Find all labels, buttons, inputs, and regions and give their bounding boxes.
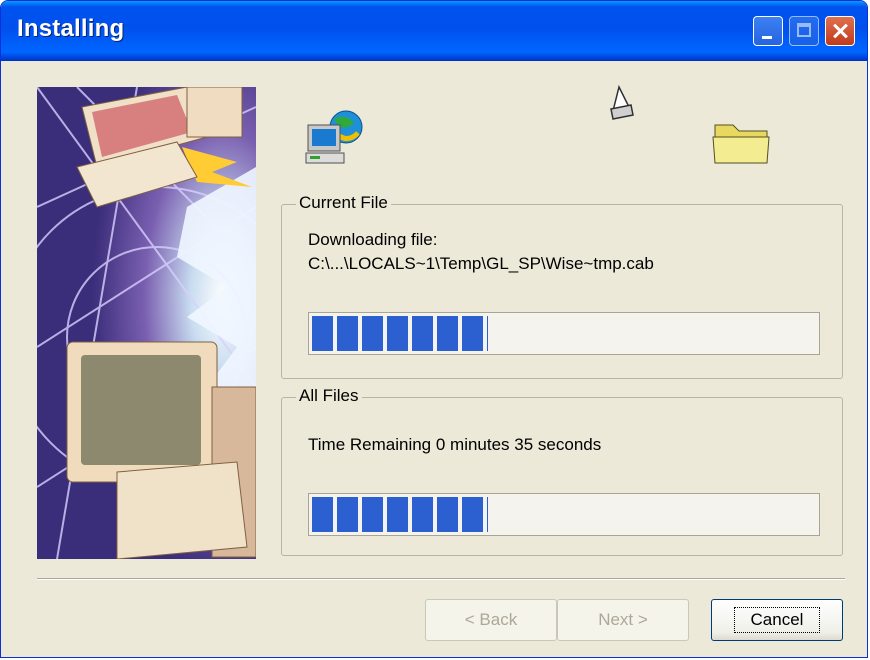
window-title: Installing: [17, 15, 125, 42]
installer-banner-image: [37, 87, 256, 559]
folder-icon: [711, 115, 773, 167]
next-button[interactable]: Next >: [557, 599, 689, 641]
floppy-disk-icon: [605, 84, 635, 125]
minimize-icon[interactable]: [753, 16, 783, 46]
cancel-button[interactable]: Cancel: [711, 599, 843, 641]
computer-globe-icon: [304, 109, 366, 167]
all-files-group: All Files Time Remaining 0 minutes 35 se…: [281, 386, 843, 556]
download-status-text: Downloading file:: [308, 230, 438, 249]
current-file-progress-bar: [308, 312, 820, 355]
close-icon[interactable]: [825, 16, 855, 46]
installer-window: Installing Current File Downloading file…: [0, 0, 868, 658]
all-files-progress-bar: [308, 493, 820, 536]
current-file-group: Current File Downloading file: C:\...\LO…: [281, 193, 843, 379]
back-button-label: < Back: [464, 610, 518, 629]
back-button[interactable]: < Back: [425, 599, 557, 641]
title-bar[interactable]: Installing: [1, 1, 867, 61]
time-remaining-text: Time Remaining 0 minutes 35 seconds: [308, 435, 602, 454]
download-file-path: C:\...\LOCALS~1\Temp\GL_SP\Wise~tmp.cab: [308, 254, 654, 273]
current-file-group-title: Current File: [296, 193, 391, 213]
all-files-group-title: All Files: [296, 386, 362, 406]
maximize-icon: [789, 16, 819, 46]
button-separator: [37, 578, 845, 580]
next-button-label: Next >: [598, 610, 648, 629]
all-files-progress-fill: [312, 497, 488, 532]
cancel-button-label: Cancel: [733, 607, 821, 633]
current-file-progress-fill: [312, 316, 488, 351]
